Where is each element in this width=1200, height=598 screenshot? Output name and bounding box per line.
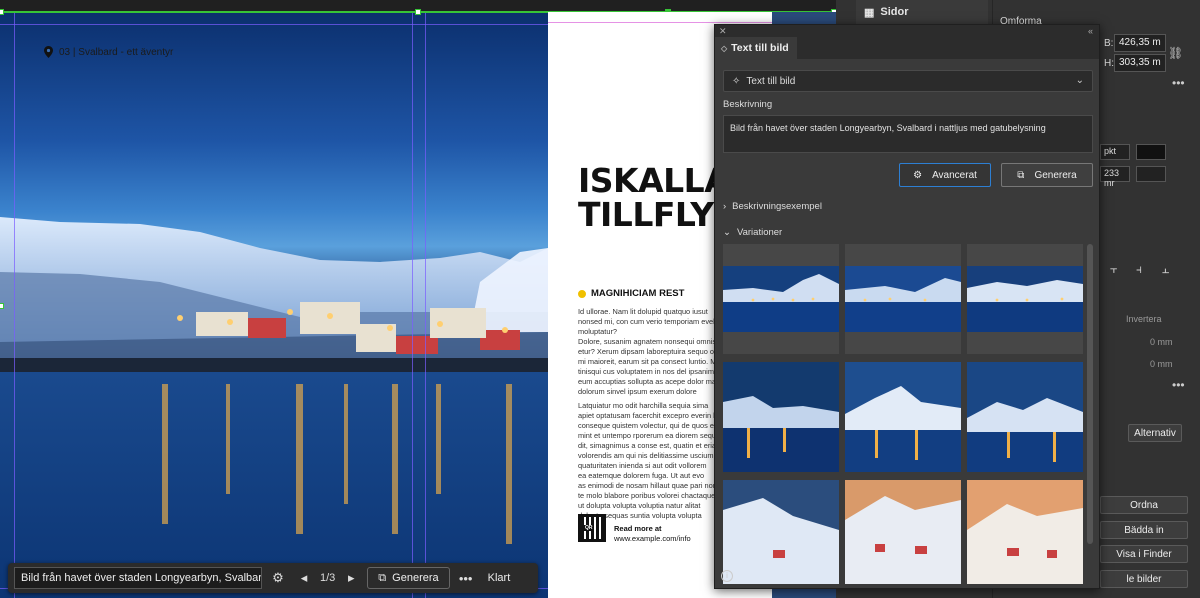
advanced-label: Avancerat [932, 169, 977, 181]
panel-title-bar[interactable]: ✕ « [715, 25, 1099, 37]
align-bottom-icon[interactable]: ⫠ [1162, 262, 1169, 277]
width-field[interactable]: 426,35 m [1114, 34, 1166, 52]
pages-icon: ▦ [864, 6, 875, 19]
embed-button[interactable]: Bädda in [1100, 521, 1188, 539]
generate-label: Generera [392, 572, 439, 584]
description-label: Beskrivning [723, 99, 773, 110]
constrain-link-icon[interactable]: ⛓ [1168, 46, 1183, 60]
variations-scrollbar[interactable] [1087, 244, 1093, 544]
previous-arrow-icon[interactable]: ◂ [294, 570, 314, 586]
examples-section-header[interactable]: › Beskrivningsexempel [723, 201, 822, 212]
variation-thumbnail[interactable] [967, 244, 1083, 354]
bleed-guide [548, 22, 772, 23]
align-top-icon[interactable]: ⫟ [1110, 262, 1117, 277]
column-guide [425, 12, 426, 598]
examples-label: Beskrivningsexempel [732, 201, 822, 212]
variation-thumbnail[interactable] [845, 244, 961, 354]
height-label: H: [1104, 58, 1114, 69]
variations-grid [723, 244, 1083, 584]
bullet-dot-icon [578, 289, 586, 298]
reveal-in-finder-button[interactable]: Visa i Finder [1100, 545, 1188, 563]
qr-label: QR [584, 525, 594, 531]
generate-button[interactable]: ⧉ Generera [367, 567, 450, 589]
stroke-width-field[interactable]: 233 mr [1100, 166, 1130, 188]
corner-style-select[interactable] [1136, 166, 1166, 182]
height-field[interactable]: 303,35 m [1114, 54, 1166, 72]
images-button[interactable]: le bilder [1100, 570, 1188, 588]
advanced-button[interactable]: ⚙ Avancerat [899, 163, 991, 187]
variation-thumbnail[interactable] [723, 480, 839, 584]
column-guide [412, 12, 413, 598]
align-middle-icon[interactable]: ⫞ [1136, 262, 1142, 277]
margin-guide [0, 24, 548, 25]
chevron-right-icon: › [723, 201, 727, 212]
generate-button[interactable]: ⧉ Generera [1001, 163, 1093, 187]
gear-icon: ⚙ [913, 169, 923, 181]
column-guide [14, 12, 15, 598]
arrange-button[interactable]: Ordna [1100, 496, 1188, 514]
resize-handle[interactable] [415, 9, 421, 15]
variations-label: Variationer [736, 227, 783, 238]
prompt-input[interactable]: Bild från havet över staden Longyearbyn,… [14, 567, 262, 589]
variation-thumbnail[interactable] [845, 480, 961, 584]
mode-select-value: Text till bild [746, 75, 796, 87]
indesign-workspace: 03 | Svalbard - ett äventyr ISKALLA TILL… [0, 0, 1200, 598]
resize-handle[interactable] [0, 303, 4, 309]
more-options-icon[interactable]: ••• [1172, 76, 1185, 90]
generate-icon: ⧉ [1017, 169, 1025, 181]
close-icon[interactable]: ✕ [719, 25, 727, 37]
qr-code-icon[interactable]: QR [578, 514, 606, 542]
offset-field-1[interactable]: 0 mm [1150, 337, 1173, 347]
alternative-button[interactable]: Alternativ [1128, 424, 1182, 442]
variation-thumbnail[interactable] [845, 362, 961, 472]
more-options-icon[interactable]: ••• [456, 571, 476, 586]
done-button[interactable]: Klart [482, 572, 517, 584]
variation-page-indicator: 1/3 [320, 572, 336, 584]
variation-thumbnail[interactable] [723, 244, 839, 354]
invert-checkbox-label[interactable]: Invertera [1126, 314, 1162, 324]
placed-photo-longyearbyen[interactable] [0, 12, 548, 598]
variation-thumbnail[interactable] [967, 362, 1083, 472]
description-textarea[interactable]: Bild från havet över staden Longyearbyn,… [723, 115, 1093, 153]
offset-field-2[interactable]: 0 mm [1150, 359, 1173, 369]
width-label: B: [1104, 38, 1114, 49]
tab-text-to-image[interactable]: ◇ Text till bild [715, 37, 797, 59]
read-more-title: Read more at [614, 524, 662, 533]
photo-artwork [0, 217, 548, 598]
mode-select[interactable]: ✧ Text till bild ⌄ [723, 70, 1093, 92]
article-subhead[interactable]: MAGNIHICIAM REST [578, 288, 684, 299]
stroke-weight-field[interactable]: pkt [1100, 144, 1130, 160]
variation-thumbnail[interactable] [967, 480, 1083, 584]
more-options-icon[interactable]: ••• [1172, 378, 1185, 392]
contextual-task-bar: Bild från havet över staden Longyearbyn,… [8, 563, 538, 593]
collapse-icon[interactable]: « [1088, 25, 1093, 37]
pages-tab-label: Sidor [880, 6, 909, 18]
generate-icon: ⧉ [378, 571, 387, 584]
location-pin-icon [44, 46, 53, 58]
resize-handle[interactable] [0, 9, 4, 15]
stroke-style-select[interactable] [1136, 144, 1166, 160]
next-arrow-icon[interactable]: ▸ [341, 570, 361, 586]
settings-gear-icon[interactable]: ⚙ [268, 570, 288, 586]
chevron-down-icon: ⌄ [723, 227, 731, 238]
drag-grip-icon: ◇ [721, 43, 728, 53]
sparkle-icon: ✧ [732, 75, 741, 87]
pages-panel-tab[interactable]: ▦ Sidor [856, 0, 988, 24]
subhead-text: MAGNIHICIAM REST [591, 288, 685, 299]
read-more-block[interactable]: Read more at www.example.com/info [614, 524, 691, 544]
text-to-image-panel: ✕ « ◇ Text till bild ✧ Text till bild ⌄ … [714, 24, 1100, 589]
chevron-down-icon: ⌄ [1075, 75, 1084, 86]
variation-thumbnail[interactable] [723, 362, 839, 472]
page-label-text: 03 | Svalbard - ett äventyr [59, 46, 174, 58]
read-more-url: www.example.com/info [614, 534, 691, 543]
generate-label: Generera [1034, 169, 1077, 181]
tab-label: Text till bild [731, 42, 789, 54]
info-icon[interactable]: i [721, 570, 733, 582]
variations-section-header[interactable]: ⌄ Variationer [723, 227, 782, 238]
page-running-head: 03 | Svalbard - ett äventyr [44, 46, 173, 58]
